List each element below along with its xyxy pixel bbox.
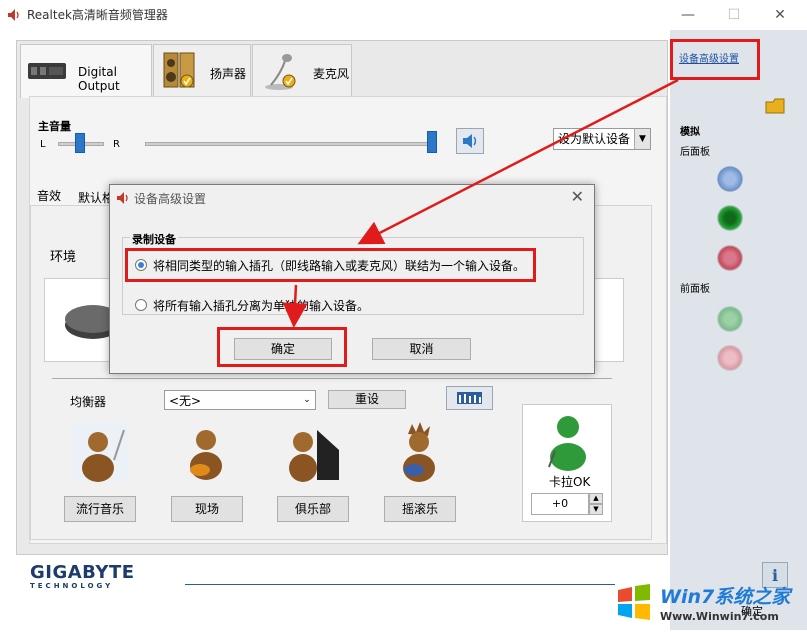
equalizer-preset-value: <无> <box>169 394 202 408</box>
karaoke-singer-icon[interactable] <box>545 411 591 471</box>
maximize-button[interactable]: ☐ <box>711 0 757 30</box>
minimize-button[interactable]: — <box>665 0 711 30</box>
environment-label: 环境 <box>50 250 77 265</box>
live-guitarist-icon[interactable] <box>178 420 238 484</box>
right-panel <box>670 30 807 630</box>
karaoke-label: 卡拉OK <box>549 475 591 489</box>
gigabyte-logo: GIGABYTE <box>30 562 135 583</box>
equalizer-graphic-button[interactable] <box>446 386 493 410</box>
tab-digital-output[interactable]: Digital Output <box>20 44 152 98</box>
tab-label: 麦克风 <box>313 67 350 81</box>
equalizer-preset-select[interactable]: <无> ⌄ <box>164 390 316 410</box>
jack-back-pink[interactable] <box>717 245 743 271</box>
folder-icon[interactable] <box>764 96 788 116</box>
environment-image-right[interactable] <box>590 278 624 362</box>
realtek-audio-manager-window: Realtek高清晰音频管理器 — ☐ ✕ Digital Output 扬声器 <box>0 0 807 632</box>
balance-slider-thumb[interactable] <box>75 133 85 153</box>
close-button[interactable]: ✕ <box>757 0 803 30</box>
back-panel-label: 后面板 <box>680 147 710 158</box>
tab-label: 扬声器 <box>210 67 247 81</box>
preset-rock-button[interactable]: 摇滚乐 <box>384 496 456 522</box>
title-bar: Realtek高清晰音频管理器 — ☐ ✕ <box>0 0 807 30</box>
master-volume-label: 主音量 <box>38 120 71 133</box>
preset-club-button[interactable]: 俱乐部 <box>277 496 349 522</box>
tab-label: Digital Output <box>78 65 120 93</box>
karaoke-up-button[interactable]: ▲ <box>589 493 603 504</box>
pop-singer-icon[interactable] <box>70 420 130 484</box>
sub-tab-effects[interactable]: 音效 <box>37 187 61 204</box>
front-panel-label: 前面板 <box>680 284 710 295</box>
highlight-ok-button <box>217 327 347 367</box>
gigabyte-logo-sub: TECHNOLOGY <box>30 582 114 590</box>
balance-left-label: L <box>40 139 46 150</box>
dialog-close-button[interactable]: ✕ <box>571 187 584 206</box>
rock-guitarist-icon[interactable] <box>390 420 450 484</box>
tab-speaker[interactable]: 扬声器 <box>153 44 251 96</box>
speaker-app-icon <box>8 9 19 21</box>
dialog-title: 设备高级设置 <box>134 192 207 206</box>
highlight-combine-option <box>125 248 536 282</box>
karaoke-key-value[interactable]: +0 <box>531 493 589 515</box>
club-pianist-icon[interactable] <box>283 420 343 484</box>
jack-back-blue[interactable] <box>717 166 743 192</box>
speaker-volume-icon <box>463 134 477 148</box>
volume-slider-thumb[interactable] <box>427 131 437 153</box>
footer-divider <box>185 584 615 585</box>
equalizer-label: 均衡器 <box>70 395 107 409</box>
analog-label: 模拟 <box>680 127 700 138</box>
karaoke-panel: 卡拉OK +0 ▲ ▼ <box>522 404 612 522</box>
microphone-icon <box>265 54 296 90</box>
windows-logo-icon <box>618 584 650 620</box>
digital-output-device-icon <box>28 63 66 79</box>
divider <box>52 378 612 379</box>
default-device-select[interactable]: 设为默认设备 ▼ <box>553 128 651 150</box>
option-separate-inputs-label[interactable]: 将所有输入插孔分离为单独的输入设备。 <box>153 297 369 314</box>
radio-separate-inputs[interactable] <box>135 299 147 311</box>
reset-button[interactable]: 重设 <box>328 390 406 409</box>
chevron-down-icon: ▼ <box>634 129 650 149</box>
preset-pop-button[interactable]: 流行音乐 <box>64 496 136 522</box>
speaker-icon <box>163 52 195 88</box>
balance-right-label: R <box>113 139 120 150</box>
highlight-advanced-link <box>670 39 760 80</box>
equalizer-icon <box>457 392 482 404</box>
jack-back-green[interactable] <box>717 205 743 231</box>
dialog-cancel-button[interactable]: 取消 <box>372 338 471 360</box>
recording-device-label: 录制设备 <box>130 231 178 247</box>
watermark: Win7系统之家 Www.Winwin7.com <box>612 574 807 632</box>
tab-microphone[interactable]: 麦克风 <box>252 44 352 96</box>
default-device-select-value: 设为默认设备 <box>558 132 631 146</box>
watermark-title: Win7系统之家 <box>660 586 791 608</box>
mute-button[interactable] <box>456 128 484 154</box>
chevron-down-icon: ⌄ <box>299 391 315 409</box>
speaker-app-icon <box>117 192 128 204</box>
window-title: Realtek高清晰音频管理器 <box>27 8 168 22</box>
volume-slider-track[interactable] <box>145 142 437 146</box>
preset-live-button[interactable]: 现场 <box>171 496 243 522</box>
karaoke-down-button[interactable]: ▼ <box>589 504 603 515</box>
watermark-url: Www.Winwin7.com <box>660 610 779 623</box>
jack-front-pink[interactable] <box>717 345 743 371</box>
jack-front-green[interactable] <box>717 306 743 332</box>
